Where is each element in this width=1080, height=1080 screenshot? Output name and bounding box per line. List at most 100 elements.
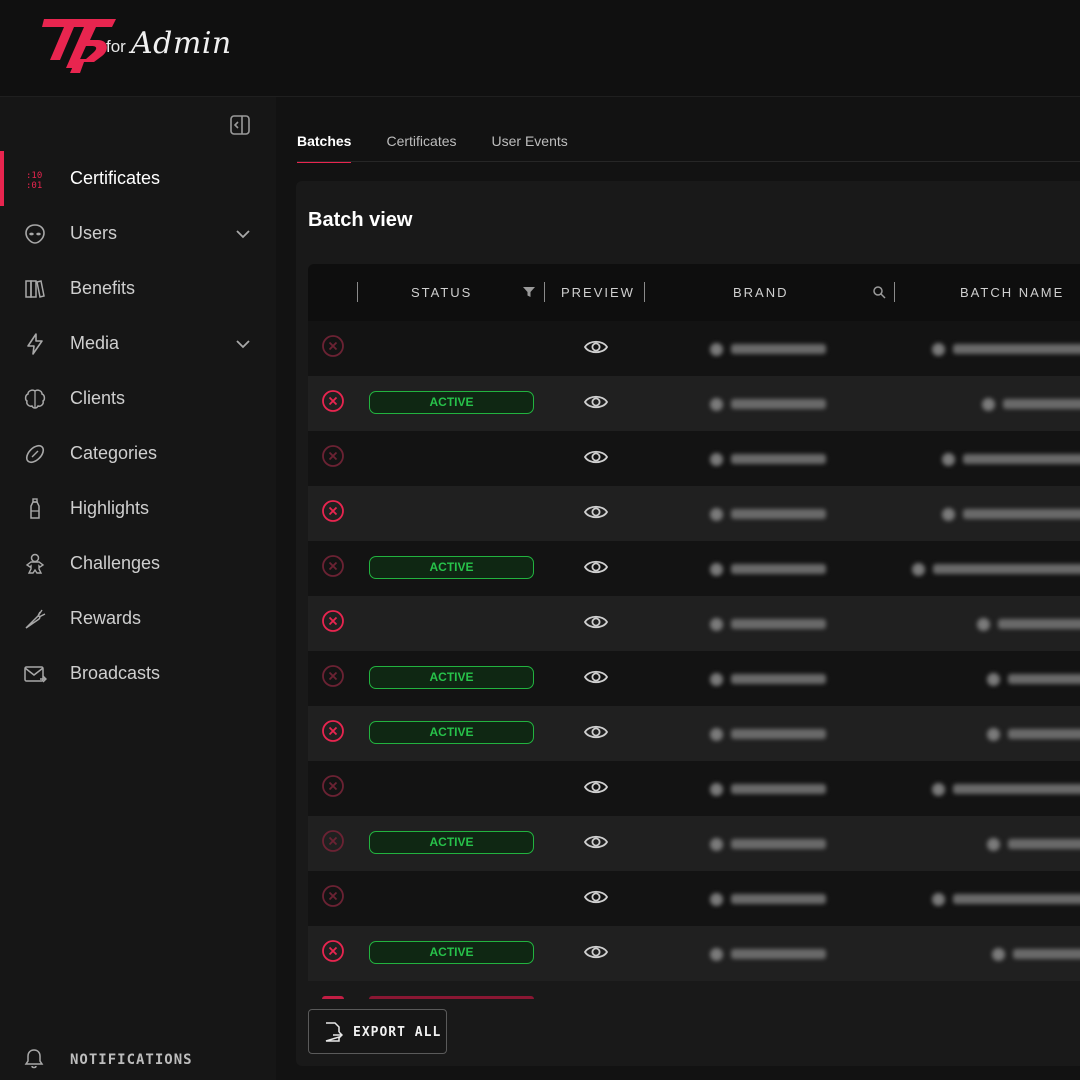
brand-cell-redacted bbox=[710, 560, 826, 578]
sidebar-collapse-icon[interactable] bbox=[229, 114, 251, 136]
table-row[interactable]: ACTIVE bbox=[308, 816, 1080, 871]
table-row[interactable] bbox=[308, 431, 1080, 486]
batch-name-cell-redacted bbox=[942, 505, 1080, 523]
search-icon[interactable] bbox=[872, 285, 886, 299]
eye-icon[interactable] bbox=[583, 609, 609, 635]
column-header-preview: PREVIEW bbox=[561, 285, 635, 300]
sidebar-item-label: Clients bbox=[70, 388, 126, 408]
batch-name-cell-redacted bbox=[932, 340, 1080, 358]
carrot-icon bbox=[25, 609, 46, 629]
sidebar-item-categories[interactable]: Categories bbox=[0, 426, 276, 481]
svg-text::10: :10 bbox=[26, 171, 42, 181]
binary-icon: :10 :01 bbox=[26, 171, 42, 191]
column-header-batch-name: BATCH NAME bbox=[960, 285, 1065, 300]
table-row[interactable]: ACTIVE bbox=[308, 541, 1080, 596]
sidebar-item-highlights[interactable]: Highlights bbox=[0, 481, 276, 536]
column-divider bbox=[644, 282, 645, 302]
eye-icon[interactable] bbox=[583, 499, 609, 525]
chevron-down-icon[interactable] bbox=[234, 335, 252, 353]
tab-user-events[interactable]: User Events bbox=[492, 133, 568, 163]
eye-icon[interactable] bbox=[583, 389, 609, 415]
chevron-down-icon[interactable] bbox=[234, 225, 252, 243]
delete-icon[interactable] bbox=[321, 829, 345, 853]
table-row[interactable]: ACTIVE bbox=[308, 651, 1080, 706]
sidebar-nav: :10 :01 Certificates Users Benefits Medi… bbox=[0, 151, 276, 701]
books-icon bbox=[25, 280, 45, 298]
delete-icon[interactable] bbox=[321, 444, 345, 468]
logo-for-text: for bbox=[106, 37, 126, 56]
column-divider bbox=[894, 282, 895, 302]
batch-name-cell-redacted bbox=[932, 780, 1080, 798]
batch-table: STATUS PREVIEW BRAND BATCH NAME ACTIVE AC… bbox=[308, 264, 1080, 999]
delete-icon[interactable] bbox=[321, 499, 345, 523]
table-row[interactable]: ACTIVE bbox=[308, 706, 1080, 761]
delete-icon[interactable] bbox=[321, 719, 345, 743]
column-header-status: STATUS bbox=[411, 285, 473, 300]
logo-admin-text: Admin bbox=[131, 26, 232, 61]
sidebar-item-certificates[interactable]: :10 :01 Certificates bbox=[0, 151, 276, 206]
table-row[interactable] bbox=[308, 321, 1080, 376]
notifications-button[interactable]: NOTIFICATIONS bbox=[0, 1040, 276, 1080]
eye-icon[interactable] bbox=[583, 774, 609, 800]
batch-name-cell-redacted bbox=[932, 890, 1080, 908]
sidebar-item-broadcasts[interactable]: Broadcasts bbox=[0, 646, 276, 701]
export-file-icon bbox=[325, 1022, 343, 1042]
eye-icon[interactable] bbox=[583, 719, 609, 745]
table-row[interactable] bbox=[308, 761, 1080, 816]
brand-cell-redacted bbox=[710, 505, 826, 523]
table-row[interactable] bbox=[308, 596, 1080, 651]
sidebar-item-clients[interactable]: Clients bbox=[0, 371, 276, 426]
sidebar-item-rewards[interactable]: Rewards bbox=[0, 591, 276, 646]
sidebar-item-label: Benefits bbox=[70, 278, 136, 298]
table-row[interactable]: ACTIVE bbox=[308, 376, 1080, 431]
status-badge bbox=[369, 996, 534, 999]
batch-name-cell-redacted bbox=[977, 615, 1080, 633]
batch-name-cell-redacted bbox=[992, 945, 1080, 963]
export-all-button[interactable]: EXPORT ALL bbox=[308, 1009, 447, 1054]
batch-name-cell-redacted bbox=[987, 670, 1080, 688]
delete-icon[interactable] bbox=[321, 664, 345, 688]
delete-icon[interactable] bbox=[321, 609, 345, 633]
filter-icon[interactable] bbox=[522, 285, 536, 299]
delete-icon[interactable] bbox=[321, 939, 345, 963]
sidebar-item-benefits[interactable]: Benefits bbox=[0, 261, 276, 316]
eye-icon[interactable] bbox=[583, 444, 609, 470]
eye-icon[interactable] bbox=[583, 334, 609, 360]
tab-batches[interactable]: Batches bbox=[297, 133, 352, 163]
column-divider bbox=[357, 282, 358, 302]
eye-icon[interactable] bbox=[583, 554, 609, 580]
table-row[interactable] bbox=[308, 871, 1080, 926]
mail-icon bbox=[24, 666, 47, 683]
card-title: Batch view bbox=[308, 209, 413, 231]
sidebar-item-media[interactable]: Media bbox=[0, 316, 276, 371]
batch-name-cell-redacted bbox=[987, 835, 1080, 853]
brand-cell-redacted bbox=[710, 890, 826, 908]
lightning-icon bbox=[27, 333, 43, 355]
sidebar-item-challenges[interactable]: Challenges bbox=[0, 536, 276, 591]
brand-cell-redacted bbox=[710, 835, 826, 853]
sidebar: :10 :01 Certificates Users Benefits Medi… bbox=[0, 97, 276, 1080]
status-badge: ACTIVE bbox=[369, 666, 534, 689]
table-row[interactable] bbox=[308, 486, 1080, 541]
status-badge: ACTIVE bbox=[369, 831, 534, 854]
eye-icon[interactable] bbox=[583, 884, 609, 910]
sidebar-item-label: Certificates bbox=[70, 168, 161, 188]
alien-face-icon bbox=[25, 224, 45, 244]
brand-cell-redacted bbox=[710, 945, 826, 963]
brand-cell-redacted bbox=[710, 395, 826, 413]
eye-icon[interactable] bbox=[583, 664, 609, 690]
delete-icon[interactable] bbox=[321, 774, 345, 798]
brand-cell-redacted bbox=[710, 450, 826, 468]
delete-icon[interactable] bbox=[321, 334, 345, 358]
delete-icon[interactable] bbox=[321, 884, 345, 908]
eye-icon[interactable] bbox=[583, 939, 609, 965]
sidebar-item-users[interactable]: Users bbox=[0, 206, 276, 261]
eye-icon[interactable] bbox=[583, 829, 609, 855]
tab-certificates[interactable]: Certificates bbox=[386, 133, 456, 163]
brand-cell-redacted bbox=[710, 615, 826, 633]
batch-name-cell-redacted bbox=[912, 560, 1080, 578]
delete-icon[interactable] bbox=[321, 554, 345, 578]
notifications-label: NOTIFICATIONS bbox=[70, 1052, 193, 1068]
delete-icon[interactable] bbox=[321, 389, 345, 413]
table-row[interactable]: ACTIVE bbox=[308, 926, 1080, 981]
